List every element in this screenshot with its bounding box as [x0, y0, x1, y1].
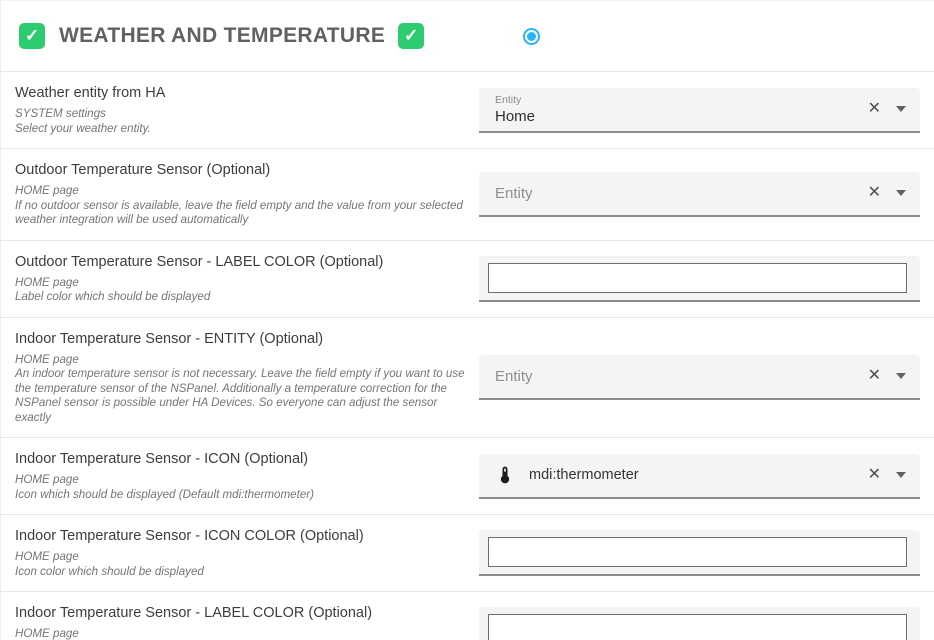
select-value: mdi:thermometer [529, 467, 639, 483]
indoor-label-color-input[interactable] [488, 614, 907, 640]
clear-icon[interactable]: ✕ [868, 185, 881, 201]
row-label: Indoor Temperature Sensor - ICON (Option… [15, 450, 467, 468]
section-radio-button[interactable] [523, 28, 540, 45]
section-header: ✓ WEATHER AND TEMPERATURE ✓ [1, 1, 934, 71]
row-description: If no outdoor sensor is available, leave… [15, 199, 467, 228]
check-icon: ✓ [25, 26, 39, 46]
settings-row-outdoor-label-color: Outdoor Temperature Sensor - LABEL COLOR… [1, 240, 934, 317]
row-page: HOME page [15, 184, 467, 199]
settings-row-indoor-entity: Indoor Temperature Sensor - ENTITY (Opti… [1, 317, 934, 438]
row-page: HOME page [15, 473, 467, 488]
settings-page: ✓ WEATHER AND TEMPERATURE ✓ Weather enti… [0, 0, 934, 640]
select-floating-label: Entity [495, 94, 868, 106]
outdoor-label-color-field-shell [479, 256, 920, 302]
settings-row-indoor-label-color: Indoor Temperature Sensor - LABEL COLOR … [1, 591, 934, 640]
clear-icon[interactable]: ✕ [868, 101, 881, 117]
row-label: Indoor Temperature Sensor - LABEL COLOR … [15, 604, 467, 622]
clear-icon[interactable]: ✕ [868, 467, 881, 483]
row-description: Icon color which should be displayed [15, 565, 467, 580]
thermometer-icon [495, 465, 515, 485]
section-secondary-checkbox[interactable]: ✓ [398, 23, 424, 49]
row-label: Indoor Temperature Sensor - ICON COLOR (… [15, 527, 467, 545]
row-page: HOME page [15, 353, 467, 368]
row-label: Weather entity from HA [15, 84, 467, 102]
select-placeholder: Entity [495, 368, 868, 385]
settings-row-indoor-icon: Indoor Temperature Sensor - ICON (Option… [1, 437, 934, 514]
chevron-down-icon[interactable] [896, 472, 906, 478]
indoor-icon-color-field-shell [479, 530, 920, 576]
weather-entity-select[interactable]: Entity Home ✕ [479, 88, 920, 133]
section-title: WEATHER AND TEMPERATURE [59, 24, 385, 48]
indoor-sensor-entity-select[interactable]: Entity ✕ [479, 355, 920, 400]
settings-row-weather-entity: Weather entity from HA SYSTEM settings S… [1, 71, 934, 148]
settings-row-indoor-icon-color: Indoor Temperature Sensor - ICON COLOR (… [1, 514, 934, 591]
row-description: An indoor temperature sensor is not nece… [15, 367, 467, 425]
settings-row-outdoor-sensor: Outdoor Temperature Sensor (Optional) HO… [1, 148, 934, 240]
indoor-icon-color-input[interactable] [488, 537, 907, 567]
row-page: HOME page [15, 550, 467, 565]
select-value: Home [495, 108, 868, 125]
check-icon: ✓ [404, 26, 418, 46]
chevron-down-icon[interactable] [896, 190, 906, 196]
clear-icon[interactable]: ✕ [868, 368, 881, 384]
indoor-label-color-field-shell [479, 607, 920, 640]
row-page: SYSTEM settings [15, 107, 467, 122]
row-page: HOME page [15, 276, 467, 291]
chevron-down-icon[interactable] [896, 373, 906, 379]
outdoor-sensor-entity-select[interactable]: Entity ✕ [479, 172, 920, 217]
row-label: Outdoor Temperature Sensor - LABEL COLOR… [15, 253, 467, 271]
indoor-icon-select[interactable]: mdi:thermometer ✕ [479, 454, 920, 499]
outdoor-label-color-input[interactable] [488, 263, 907, 293]
row-label: Indoor Temperature Sensor - ENTITY (Opti… [15, 330, 467, 348]
row-description: Icon which should be displayed (Default … [15, 488, 467, 503]
row-description: Select your weather entity. [15, 122, 467, 137]
row-description: Label color which should be displayed [15, 290, 467, 305]
select-placeholder: Entity [495, 185, 868, 202]
row-label: Outdoor Temperature Sensor (Optional) [15, 161, 467, 179]
chevron-down-icon[interactable] [896, 106, 906, 112]
row-page: HOME page [15, 627, 467, 640]
section-enable-checkbox[interactable]: ✓ [19, 23, 45, 49]
radio-dot [527, 32, 536, 41]
